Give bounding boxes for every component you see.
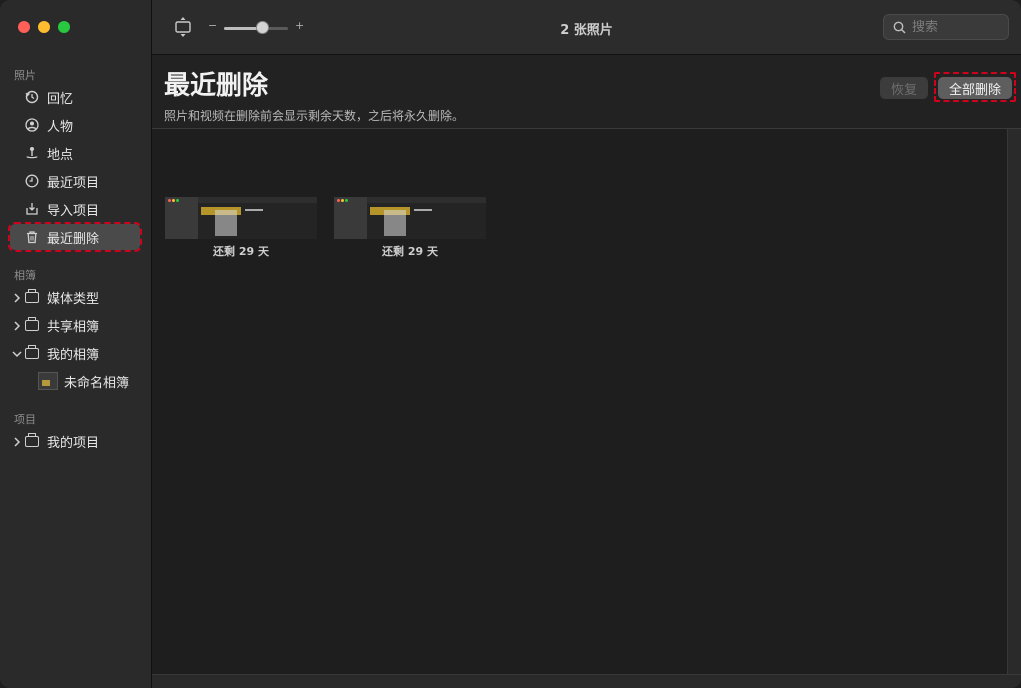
page-header: 最近删除 照片和视频在删除前会显示剩余天数，之后将永久删除。 恢复 全部删除 (152, 55, 1021, 129)
photo-thumbnail[interactable] (165, 197, 317, 239)
page-subtitle: 照片和视频在删除前会显示剩余天数，之后将永久删除。 (164, 109, 465, 123)
sidebar-item-label: 最近项目 (47, 175, 100, 191)
photo-thumbnail[interactable] (334, 197, 486, 239)
places-icon (24, 145, 40, 161)
import-icon (24, 201, 40, 217)
sidebar-item-my-albums[interactable]: 我的相簿 (10, 340, 140, 366)
sidebar-item-label: 最近删除 (47, 231, 100, 247)
page-title: 最近删除 (164, 71, 269, 101)
people-icon (24, 117, 40, 133)
album-thumbnail (38, 372, 58, 390)
days-remaining-label: 还剩 29 天 (382, 245, 438, 258)
search-icon (893, 21, 906, 34)
sidebar-item-recents[interactable]: 最近项目 (10, 168, 140, 194)
sidebar-item-label: 人物 (47, 119, 74, 135)
search-input[interactable] (910, 18, 1004, 36)
sidebar: 照片 回忆 人物 地点 最近项目 导入项目 最近删除 相簿 媒体类型 共享相簿 … (0, 0, 152, 688)
vertical-scrollbar[interactable] (1007, 129, 1021, 674)
photos-window: 照片 回忆 人物 地点 最近项目 导入项目 最近删除 相簿 媒体类型 共享相簿 … (0, 0, 1021, 688)
photo-item[interactable]: 还剩 29 天 (165, 197, 317, 259)
sidebar-item-imports[interactable]: 导入项目 (10, 196, 140, 222)
sidebar-item-label: 未命名相簿 (64, 375, 130, 391)
zoom-window-button[interactable] (58, 21, 70, 33)
sidebar-item-label: 回忆 (47, 91, 74, 107)
section-label-photos: 照片 (14, 69, 36, 82)
section-label-projects: 项目 (14, 413, 36, 426)
shared-folder-icon (24, 316, 40, 333)
days-remaining-label: 还剩 29 天 (213, 245, 269, 258)
sidebar-item-label: 导入项目 (47, 203, 100, 219)
search-field[interactable] (883, 14, 1009, 40)
sidebar-item-label: 我的项目 (47, 435, 100, 451)
recent-clock-icon (24, 173, 40, 189)
minimize-window-button[interactable] (38, 21, 50, 33)
memories-icon (24, 89, 40, 105)
restore-button[interactable]: 恢复 (880, 77, 928, 99)
sidebar-item-people[interactable]: 人物 (10, 112, 140, 138)
section-label-albums: 相簿 (14, 269, 36, 282)
horizontal-scrollbar[interactable] (152, 674, 1021, 688)
toolbar: − + 2 张照片 (152, 0, 1021, 55)
sidebar-item-untitled-album[interactable]: 未命名相簿 (24, 368, 154, 394)
sidebar-item-my-projects[interactable]: 我的项目 (10, 428, 140, 454)
folder-icon (24, 344, 40, 361)
folder-icon (24, 432, 40, 449)
sidebar-item-recently-deleted[interactable]: 最近删除 (8, 222, 142, 252)
sidebar-item-label: 媒体类型 (47, 291, 100, 307)
photo-grid: 还剩 29 天 还剩 29 天 (152, 129, 1007, 674)
folder-icon (24, 288, 40, 305)
sidebar-item-label: 共享相簿 (47, 319, 100, 335)
photo-item[interactable]: 还剩 29 天 (334, 197, 486, 259)
trash-icon (24, 229, 40, 245)
sidebar-item-label: 我的相簿 (47, 347, 100, 363)
sidebar-item-media-types[interactable]: 媒体类型 (10, 284, 140, 310)
delete-all-button[interactable]: 全部删除 (938, 77, 1012, 99)
window-controls (18, 21, 70, 33)
sidebar-item-shared-albums[interactable]: 共享相簿 (10, 312, 140, 338)
sidebar-item-places[interactable]: 地点 (10, 140, 140, 166)
sidebar-item-memories[interactable]: 回忆 (10, 84, 140, 110)
close-window-button[interactable] (18, 21, 30, 33)
sidebar-item-label: 地点 (47, 147, 74, 163)
